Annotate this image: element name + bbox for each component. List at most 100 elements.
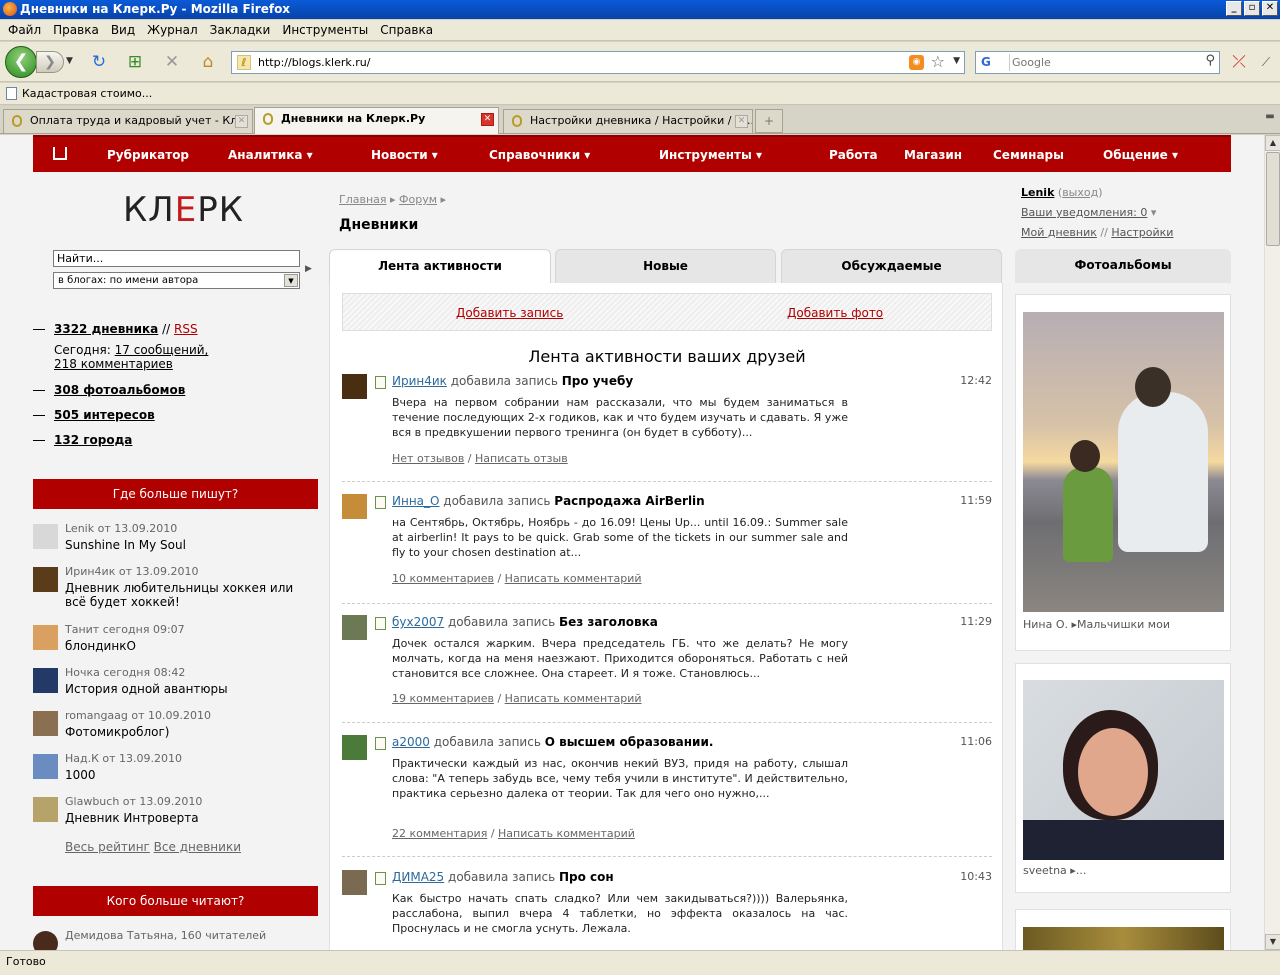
menu-edit[interactable]: Правка xyxy=(47,23,105,37)
new-tab-plus-icon[interactable]: ⊞ xyxy=(124,51,146,73)
minimize-button[interactable]: _ xyxy=(1226,1,1242,16)
menu-help[interactable]: Справка xyxy=(374,23,439,37)
rss-link[interactable]: RSS xyxy=(174,322,198,336)
history-dropdown-icon[interactable]: ▼ xyxy=(66,56,73,66)
site-logo[interactable]: КЛЕРК xyxy=(123,190,244,230)
chevron-down-icon[interactable]: ▾ xyxy=(1151,206,1157,219)
logout-link[interactable]: выход xyxy=(1062,186,1098,199)
all-rating-link[interactable]: Весь рейтинг xyxy=(65,840,150,854)
post-author-link[interactable]: ДИМА25 xyxy=(392,870,444,884)
close-window-button[interactable]: ✕ xyxy=(1262,1,1278,16)
settings-link[interactable]: Настройки xyxy=(1111,226,1173,239)
url-dropdown-icon[interactable]: ▼ xyxy=(953,56,960,66)
add-photo-link[interactable]: Добавить фото xyxy=(787,306,883,320)
google-engine-icon[interactable]: G xyxy=(978,54,1010,71)
avatar[interactable] xyxy=(342,374,367,399)
nav-shop[interactable]: Магазин xyxy=(904,148,962,162)
avatar[interactable] xyxy=(342,735,367,760)
comments-link[interactable]: 22 комментария xyxy=(392,827,487,840)
post-title[interactable]: О высшем образовании. xyxy=(545,735,714,749)
tab-list-icon[interactable]: ▬ xyxy=(1262,111,1278,131)
tab-close-icon[interactable]: ✕ xyxy=(235,115,248,128)
site-search-input[interactable] xyxy=(53,250,300,267)
avatar[interactable] xyxy=(342,494,367,519)
tab-photo-albums[interactable]: Фотоальбомы xyxy=(1015,249,1231,283)
popular-item[interactable]: Танит сегодня 09:07 блондинкО xyxy=(33,623,318,663)
photo-author[interactable]: sveetna xyxy=(1023,864,1067,877)
username-link[interactable]: Lenik xyxy=(1021,186,1054,199)
comments-link[interactable]: 10 комментариев xyxy=(392,572,494,585)
tab-new[interactable]: Новые xyxy=(555,249,776,283)
post-author-link[interactable]: a2000 xyxy=(392,735,430,749)
interests-link[interactable]: 505 интересов xyxy=(54,408,155,422)
nav-tools[interactable]: Инструменты ▾ xyxy=(659,148,762,162)
diaries-link[interactable]: 3322 дневника xyxy=(54,322,158,336)
nav-rubricator[interactable]: Рубрикатор xyxy=(107,148,189,162)
albums-link[interactable]: 308 фотоальбомов xyxy=(54,383,185,397)
notifications-link[interactable]: Ваши уведомления: 0 xyxy=(1021,206,1147,219)
nav-news[interactable]: Новости ▾ xyxy=(371,148,438,162)
search-magnifier-icon[interactable]: ⚲ xyxy=(1205,53,1215,68)
scroll-thumb[interactable] xyxy=(1266,152,1280,246)
post-title[interactable]: Без заголовка xyxy=(559,615,658,629)
search-scope-select[interactable]: в блогах: по имени автора ▼ xyxy=(53,272,300,289)
tab-close-icon[interactable]: ✕ xyxy=(735,115,748,128)
new-tab-button[interactable]: + xyxy=(755,109,783,133)
menu-history[interactable]: Журнал xyxy=(141,23,204,37)
maximize-button[interactable]: ▫ xyxy=(1244,1,1260,16)
my-diary-link[interactable]: Мой дневник xyxy=(1021,226,1097,239)
toolbar-extra-icon[interactable]: ⟋ xyxy=(1255,51,1277,73)
bookmark-star-icon[interactable]: ☆ xyxy=(931,52,945,71)
scroll-down-icon[interactable]: ▼ xyxy=(1265,934,1280,950)
popular-item[interactable]: Lenik от 13.09.2010 Sunshine In My Soul xyxy=(33,522,318,562)
browser-tab-active[interactable]: Дневники на Клерк.Ру ✕ xyxy=(254,107,499,134)
scroll-up-icon[interactable]: ▲ xyxy=(1265,135,1280,151)
popular-item[interactable]: romangaag от 10.09.2010 Фотомикроблог) xyxy=(33,709,318,749)
stop-icon[interactable]: ✕ xyxy=(161,51,183,73)
back-button[interactable]: ❮ xyxy=(5,46,37,78)
photo-thumbnail[interactable] xyxy=(1023,312,1224,612)
url-input[interactable] xyxy=(258,54,878,71)
write-comment-link[interactable]: Написать комментарий xyxy=(505,572,642,585)
post-author-link[interactable]: Ирин4ик xyxy=(392,374,447,388)
nav-jobs[interactable]: Работа xyxy=(829,148,878,162)
rss-feed-icon[interactable]: ◉ xyxy=(909,55,924,70)
forward-button[interactable]: ❯ xyxy=(36,51,64,73)
menu-bookmarks[interactable]: Закладки xyxy=(204,23,277,37)
nav-analytics[interactable]: Аналитика ▾ xyxy=(228,148,313,162)
tab-close-icon[interactable]: ✕ xyxy=(481,113,494,126)
browser-tab[interactable]: Оплата труда и кадровый учет - Кл... ✕ xyxy=(3,109,253,133)
search-bar[interactable]: G ⚲ xyxy=(975,51,1220,74)
search-go-icon[interactable]: ▶ xyxy=(305,264,312,274)
comments-link[interactable]: Нет отзывов xyxy=(392,452,464,465)
popular-item[interactable]: Glawbuch от 13.09.2010 Дневник Интроверта xyxy=(33,795,318,835)
breadcrumb-forum[interactable]: Форум xyxy=(399,193,437,206)
nav-seminars[interactable]: Семинары xyxy=(993,148,1064,162)
reload-icon[interactable]: ↻ xyxy=(88,51,110,73)
tab-discussed[interactable]: Обсуждаемые xyxy=(781,249,1002,283)
post-author-link[interactable]: бух2007 xyxy=(392,615,444,629)
write-comment-link[interactable]: Написать отзыв xyxy=(475,452,568,465)
avatar[interactable] xyxy=(342,870,367,895)
breadcrumb-home[interactable]: Главная xyxy=(339,193,387,206)
today-comments-link[interactable]: 218 комментариев xyxy=(54,357,173,371)
photo-album[interactable]: ... xyxy=(1076,864,1087,877)
home-icon[interactable] xyxy=(53,147,67,160)
nav-community[interactable]: Общение ▾ xyxy=(1103,148,1178,162)
most-read-item[interactable]: Демидова Татьяна, 160 читателей xyxy=(33,929,318,950)
post-author-link[interactable]: Инна_О xyxy=(392,494,439,508)
photo-author[interactable]: Нина О. xyxy=(1023,618,1068,631)
popular-item[interactable]: Ирин4ик от 13.09.2010 Дневник любительниц… xyxy=(33,565,318,609)
tab-activity[interactable]: Лента активности xyxy=(329,249,551,285)
photo-thumbnail[interactable] xyxy=(1023,927,1224,950)
vertical-scrollbar[interactable]: ▲ ▼ xyxy=(1264,135,1280,950)
photo-thumbnail[interactable] xyxy=(1023,680,1224,860)
address-bar[interactable]: ℓ ◉ ☆ ▼ xyxy=(231,51,965,74)
add-post-link[interactable]: Добавить запись xyxy=(456,306,563,320)
today-messages-link[interactable]: 17 сообщений, xyxy=(115,343,209,357)
write-comment-link[interactable]: Написать комментарий xyxy=(505,692,642,705)
post-title[interactable]: Про сон xyxy=(559,870,614,884)
search-input[interactable] xyxy=(1012,54,1192,71)
menu-file[interactable]: Файл xyxy=(2,23,47,37)
photo-album[interactable]: Мальчишки мои xyxy=(1077,618,1170,631)
